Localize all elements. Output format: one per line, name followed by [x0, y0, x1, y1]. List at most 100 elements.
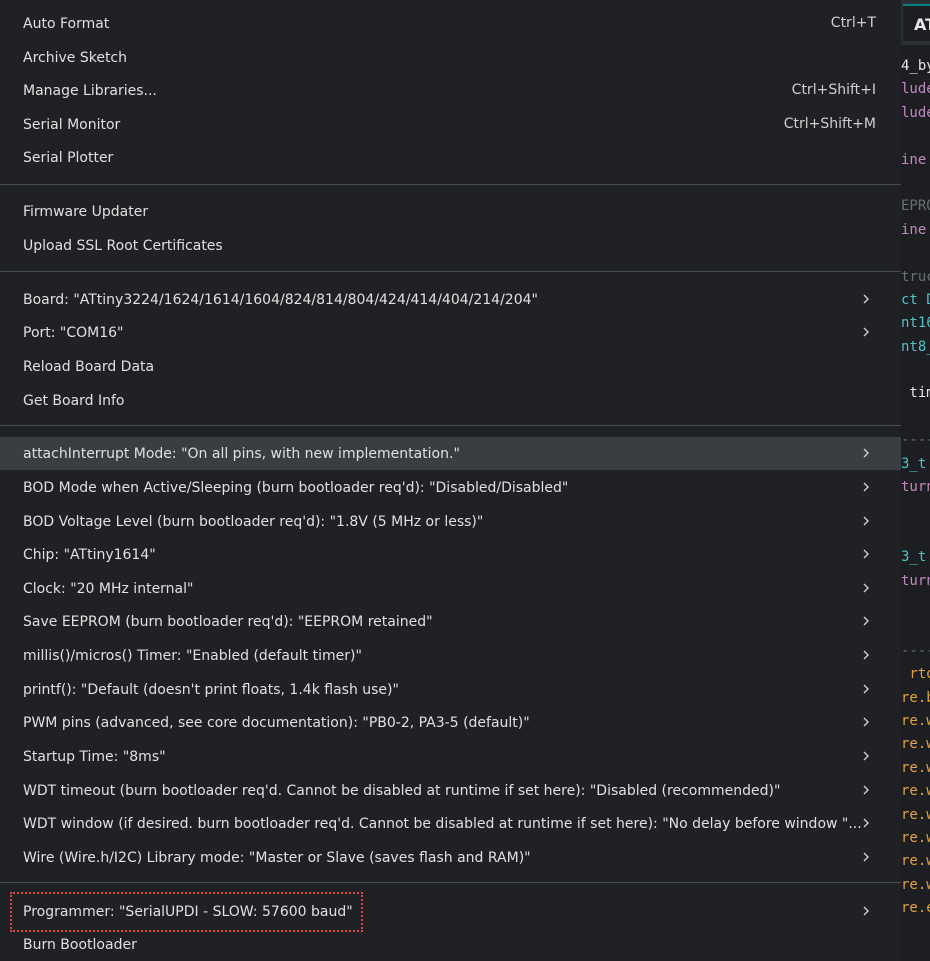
code-line: lude	[901, 81, 930, 98]
menu-item-startup-time[interactable]: Startup Time: "8ms"	[0, 740, 901, 773]
menu-item-label: Wire (Wire.h/I2C) Library mode: "Master …	[23, 849, 531, 866]
menu-item-save-eeprom[interactable]: Save EEPROM (burn bootloader req'd): "EE…	[0, 605, 901, 638]
menu-item-label: Startup Time: "8ms"	[23, 748, 166, 765]
menu-item-wdt-window[interactable]: WDT window (if desired. burn bootloader …	[0, 807, 901, 840]
code-line: nt16	[901, 315, 930, 332]
code-line: EPRO	[901, 198, 930, 215]
menu-item-label: PWM pins (advanced, see core documentati…	[23, 714, 530, 731]
chevron-right-icon	[863, 294, 869, 304]
menu-item-label: Auto Format	[23, 15, 110, 32]
menu-item-wire-library-mode[interactable]: Wire (Wire.h/I2C) Library mode: "Master …	[0, 841, 901, 874]
code-line: ct D	[901, 291, 930, 308]
code-line: ----	[901, 642, 930, 659]
code-line: re.w	[901, 829, 930, 846]
menu-item-label: Burn Bootloader	[23, 936, 137, 953]
menu-item-label: Upload SSL Root Certificates	[23, 237, 223, 254]
menu-item-label: Manage Libraries...	[23, 82, 157, 99]
code-line: 4_by	[901, 58, 930, 74]
code-line: 3_t	[901, 455, 927, 472]
menu-item-chip[interactable]: Chip: "ATtiny1614"	[0, 538, 901, 571]
menu-item-printf[interactable]: printf(): "Default (doesn't print floats…	[0, 673, 901, 706]
code-line: re.w	[901, 806, 930, 823]
menu-item-label: Clock: "20 MHz internal"	[23, 580, 194, 597]
menu-item-label: BOD Voltage Level (burn bootloader req'd…	[23, 513, 484, 530]
code-line: re.w	[901, 712, 930, 729]
menu-item-attachinterrupt-mode[interactable]: attachInterrupt Mode: "On all pins, with…	[0, 437, 901, 470]
menu-item-label: Archive Sketch	[23, 49, 128, 66]
menu-item-bod-voltage-level[interactable]: BOD Voltage Level (burn bootloader req'd…	[0, 505, 901, 538]
menu-item-label: attachInterrupt Mode: "On all pins, with…	[23, 445, 460, 462]
chevron-right-icon	[863, 516, 869, 526]
menu-item-auto-format[interactable]: Auto Format Ctrl+T	[0, 7, 901, 40]
menu-separator	[0, 271, 901, 272]
menu-item-shortcut: Ctrl+Shift+I	[791, 82, 876, 98]
editor-tab-bar: AT	[901, 0, 930, 45]
menu-item-label: Board: "ATtiny3224/1624/1614/1604/824/81…	[23, 291, 538, 308]
menu-item-label: Reload Board Data	[23, 358, 155, 375]
menu-item-board[interactable]: Board: "ATtiny3224/1624/1614/1604/824/81…	[0, 283, 901, 316]
menu-item-port[interactable]: Port: "COM16"	[0, 316, 901, 349]
chevron-right-icon	[863, 616, 869, 626]
chevron-right-icon	[863, 785, 869, 795]
menu-item-bod-mode[interactable]: BOD Mode when Active/Sleeping (burn boot…	[0, 471, 901, 504]
menu-item-millis-timer[interactable]: millis()/micros() Timer: "Enabled (defau…	[0, 639, 901, 672]
code-line: nt8_	[901, 338, 930, 355]
code-line: re.e	[901, 900, 930, 917]
menu-item-label: Port: "COM16"	[23, 324, 124, 341]
chevron-right-icon	[863, 906, 869, 916]
menu-separator	[0, 184, 901, 185]
menu-item-label: Serial Monitor	[23, 116, 121, 133]
code-line: re.w	[901, 759, 930, 776]
chevron-right-icon	[863, 549, 869, 559]
menu-item-label: Chip: "ATtiny1614"	[23, 546, 156, 563]
chevron-right-icon	[863, 650, 869, 660]
chevron-right-icon	[863, 684, 869, 694]
code-line: re.b	[901, 689, 930, 706]
editor-tab-active[interactable]: AT	[903, 4, 930, 41]
code-line: ----	[901, 432, 930, 449]
code-line: re.w	[901, 853, 930, 870]
code-line: 3_t	[901, 549, 927, 566]
menu-separator	[0, 882, 901, 883]
programmer-highlight-annotation	[10, 892, 363, 932]
menu-item-label: millis()/micros() Timer: "Enabled (defau…	[23, 647, 362, 664]
menu-item-reload-board-data[interactable]: Reload Board Data	[0, 350, 901, 383]
menu-item-serial-plotter[interactable]: Serial Plotter	[0, 141, 901, 174]
menu-separator	[0, 425, 901, 426]
chevron-right-icon	[863, 448, 869, 458]
chevron-right-icon	[863, 852, 869, 862]
menu-item-firmware-updater[interactable]: Firmware Updater	[0, 195, 901, 228]
code-text-area[interactable]: 4_bylude lude ine EPRO ine truc ct D nt16 nt8_ t…	[901, 55, 930, 920]
menu-item-label: printf(): "Default (doesn't print floats…	[23, 681, 399, 698]
menu-item-label: WDT window (if desired. burn bootloader …	[23, 815, 862, 832]
chevron-right-icon	[863, 482, 869, 492]
menu-item-get-board-info[interactable]: Get Board Info	[0, 384, 901, 417]
menu-item-upload-ssl-root-certificates[interactable]: Upload SSL Root Certificates	[0, 229, 901, 262]
menu-item-burn-bootloader[interactable]: Burn Bootloader	[0, 928, 901, 961]
menu-item-label: WDT timeout (burn bootloader req'd. Cann…	[23, 782, 781, 799]
menu-item-pwm-pins[interactable]: PWM pins (advanced, see core documentati…	[0, 706, 901, 739]
menu-item-archive-sketch[interactable]: Archive Sketch	[0, 41, 901, 74]
chevron-right-icon	[863, 583, 869, 593]
menu-item-label: Firmware Updater	[23, 203, 149, 220]
chevron-right-icon	[863, 751, 869, 761]
code-line: re.w	[901, 876, 930, 893]
menu-item-label: Get Board Info	[23, 392, 125, 409]
menu-item-serial-monitor[interactable]: Serial Monitor Ctrl+Shift+M	[0, 108, 901, 141]
menu-item-clock[interactable]: Clock: "20 MHz internal"	[0, 572, 901, 605]
menu-item-label: BOD Mode when Active/Sleeping (burn boot…	[23, 479, 569, 496]
code-line: tim	[909, 385, 930, 402]
code-line: turn	[901, 572, 930, 589]
code-line: lude	[901, 104, 930, 121]
code-line: turn	[901, 479, 930, 496]
menu-item-wdt-timeout[interactable]: WDT timeout (burn bootloader req'd. Cann…	[0, 774, 901, 807]
menu-item-manage-libraries[interactable]: Manage Libraries... Ctrl+Shift+I	[0, 74, 901, 107]
